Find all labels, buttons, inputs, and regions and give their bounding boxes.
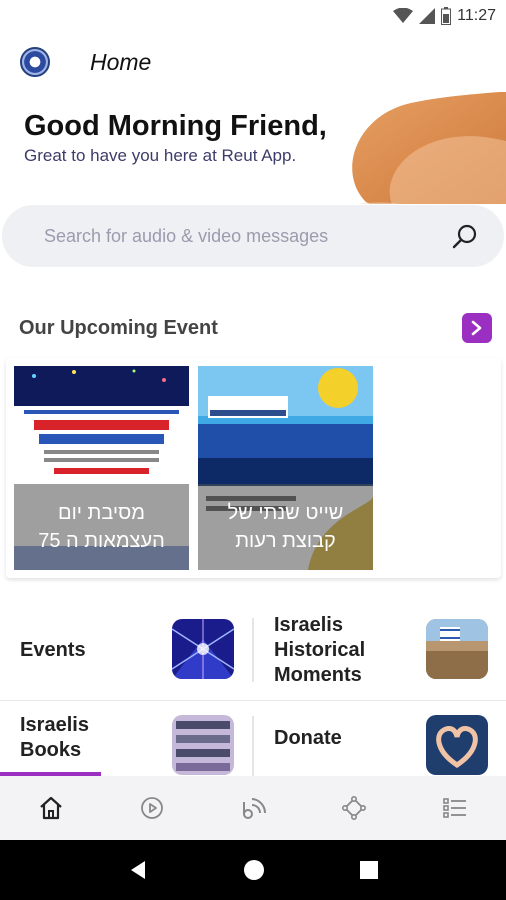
- donate-thumbnail-image: [426, 715, 488, 775]
- bottom-navigation: [0, 776, 506, 840]
- category-label: Events: [20, 638, 86, 661]
- events-carousel[interactable]: מסיבת יום העצמאות ה 75 שייט שנתי של קבוצ…: [6, 358, 501, 578]
- system-navigation-bar: [0, 840, 506, 900]
- category-label: Israelis Books: [20, 714, 89, 761]
- search-icon[interactable]: [448, 219, 482, 253]
- community-icon[interactable]: [304, 776, 405, 840]
- event-card[interactable]: שייט שנתי של קבוצת רעות: [198, 366, 373, 570]
- status-bar: 11:27: [0, 0, 506, 32]
- chevron-right-icon[interactable]: [462, 313, 492, 343]
- wifi-icon: [393, 8, 414, 23]
- greeting-title: Good Morning Friend,: [24, 110, 327, 142]
- home-button-icon[interactable]: [243, 859, 265, 881]
- category-donate[interactable]: Donate: [254, 700, 506, 776]
- battery-icon: [441, 7, 452, 25]
- event-caption-line2: קבוצת רעות: [235, 530, 336, 552]
- historical-thumbnail-image: [426, 619, 488, 679]
- category-label: Israelis Historical Moments: [274, 613, 366, 686]
- event-caption: מסיבת יום העצמאות ה 75: [14, 484, 189, 570]
- greeting-banner: Good Morning Friend, Great to have you h…: [0, 92, 506, 204]
- greeting-subtitle: Great to have you here at Reut App.: [24, 146, 297, 165]
- events-thumbnail-image: [172, 619, 234, 679]
- event-caption-line2: העצמאות ה 75: [38, 530, 165, 552]
- search-bar[interactable]: [2, 205, 504, 267]
- home-icon[interactable]: [0, 776, 101, 840]
- event-card[interactable]: מסיבת יום העצמאות ה 75: [14, 366, 189, 570]
- app-bar: Home: [0, 32, 506, 92]
- podcast-icon[interactable]: [202, 776, 303, 840]
- category-events[interactable]: Events: [0, 600, 252, 700]
- play-icon[interactable]: [101, 776, 202, 840]
- books-thumbnail-image: [172, 715, 234, 775]
- search-input[interactable]: [44, 225, 448, 247]
- section-title: Our Upcoming Event: [19, 316, 218, 339]
- recents-icon[interactable]: [359, 860, 379, 880]
- category-historical-moments[interactable]: Israelis Historical Moments: [254, 600, 506, 700]
- status-time: 11:27: [457, 7, 496, 24]
- page-title: Home: [90, 48, 152, 75]
- reut-logo-icon[interactable]: [20, 47, 50, 77]
- category-books[interactable]: Israelis Books: [0, 700, 252, 776]
- category-label: Donate: [274, 726, 342, 749]
- decorative-blob: [352, 92, 506, 204]
- upcoming-section-header: Our Upcoming Event: [0, 310, 506, 346]
- signal-icon: [419, 8, 436, 24]
- event-caption-line1: שייט שנתי של: [227, 502, 344, 524]
- menu-list-icon[interactable]: [405, 776, 506, 840]
- event-caption-line1: מסיבת יום: [58, 502, 145, 524]
- back-icon[interactable]: [127, 859, 149, 881]
- event-caption: שייט שנתי של קבוצת רעות: [198, 484, 373, 570]
